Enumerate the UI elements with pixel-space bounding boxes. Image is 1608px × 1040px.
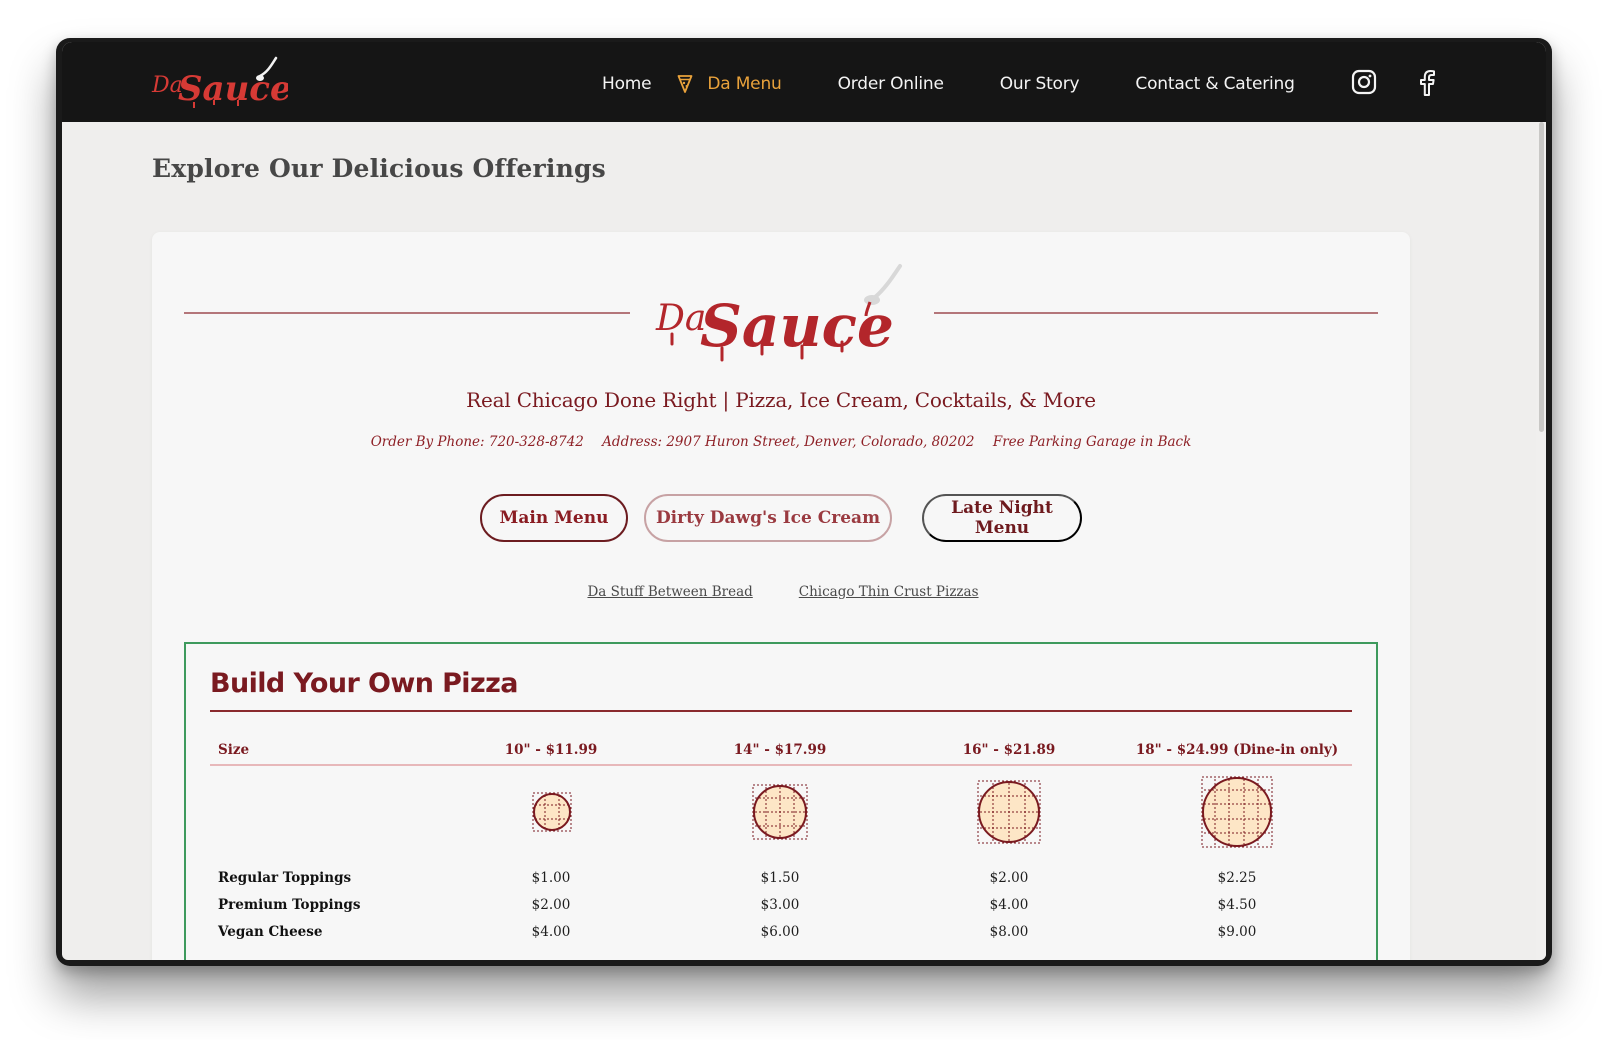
price-cell: $2.25 xyxy=(1217,870,1257,886)
price-cell: $2.00 xyxy=(989,870,1029,886)
contact-info: Order By Phone: 720-328-8742 Address: 29… xyxy=(152,434,1410,450)
nav-link-da-menu[interactable]: Da Menu xyxy=(677,74,782,94)
tab-late-night-menu[interactable]: Late Night Menu xyxy=(922,494,1082,542)
price-cell: $4.00 xyxy=(531,924,571,940)
instagram-icon xyxy=(1351,69,1377,95)
pizza-18-icon xyxy=(1201,776,1273,848)
row-label: Regular Toppings xyxy=(218,870,352,886)
menu-tabs: Main Menu Dirty Dawg's Ice Cream Late Ni… xyxy=(152,494,1410,542)
size-14-header: 14" - $17.99 xyxy=(733,742,827,758)
table-row: Regular Toppings $1.00 $1.50 $2.00 $2.25 xyxy=(210,868,1352,892)
price-cell: $4.50 xyxy=(1217,897,1257,913)
pizza-10-icon xyxy=(532,792,572,832)
nav-link-our-story[interactable]: Our Story xyxy=(1000,74,1080,94)
instagram-link[interactable] xyxy=(1351,68,1377,96)
brand-logo-mark: Da Sauce xyxy=(151,56,292,109)
tab-main-menu[interactable]: Main Menu xyxy=(480,494,628,542)
page-scrollbar[interactable] xyxy=(1536,122,1546,960)
link-chicago-thin-crust-pizzas[interactable]: Chicago Thin Crust Pizzas xyxy=(799,584,979,600)
pizza-size-illustrations xyxy=(210,774,1352,848)
nav-link-contact-catering[interactable]: Contact & Catering xyxy=(1135,74,1294,94)
site-header: Da Sauce Home Da Menu Order Online Our S… xyxy=(62,42,1546,122)
page-title: Explore Our Delicious Offerings xyxy=(152,154,606,183)
facebook-icon xyxy=(1420,70,1435,96)
browser-window: Da Sauce Home Da Menu Order Online Our S… xyxy=(56,38,1552,966)
price-cell: $6.00 xyxy=(760,924,800,940)
price-cell: $1.50 xyxy=(760,870,800,886)
divider-right xyxy=(934,312,1378,314)
size-10-header: 10" - $11.99 xyxy=(504,742,598,758)
nav-link-label: Da Menu xyxy=(707,74,782,94)
menu-logo-mark: Da Sauce xyxy=(655,264,902,362)
nav-link-home[interactable]: Home xyxy=(602,74,652,94)
pizza-14-icon xyxy=(752,784,808,840)
address-info: Address: 2907 Huron Street, Denver, Colo… xyxy=(602,434,975,450)
menu-logo: Da Sauce xyxy=(652,254,908,374)
parking-info: Free Parking Garage in Back xyxy=(992,434,1192,450)
phone-info: Order By Phone: 720-328-8742 xyxy=(370,434,584,450)
pizza-16-icon xyxy=(977,780,1041,844)
price-cell: $2.00 xyxy=(531,897,571,913)
size-header-label: Size xyxy=(218,742,250,758)
tab-ice-cream[interactable]: Dirty Dawg's Ice Cream xyxy=(644,494,892,542)
restaurant-tagline: Real Chicago Done Right | Pizza, Ice Cre… xyxy=(466,388,1096,412)
section-title: Build Your Own Pizza xyxy=(210,668,518,699)
nav-link-order-online[interactable]: Order Online xyxy=(838,74,944,94)
facebook-link[interactable] xyxy=(1414,68,1440,96)
section-divider xyxy=(210,710,1352,712)
section-links: Da Stuff Between Bread Chicago Thin Crus… xyxy=(152,584,1410,600)
page-viewport: Da Sauce Home Da Menu Order Online Our S… xyxy=(62,42,1546,960)
price-cell: $4.00 xyxy=(989,897,1029,913)
brand-logo[interactable]: Da Sauce xyxy=(148,54,292,114)
build-your-own-section: Build Your Own Pizza Size 10" - $11.99 1… xyxy=(184,642,1378,960)
scrollbar-thumb[interactable] xyxy=(1539,122,1544,432)
table-row: Premium Toppings $2.00 $3.00 $4.00 $4.50 xyxy=(210,895,1352,919)
main-navigation: Home Da Menu Order Online Our Story Cont… xyxy=(602,70,1295,98)
size-16-header: 16" - $21.89 xyxy=(962,742,1056,758)
menu-card: Da Sauce Real Chicago Done Right | Pizza… xyxy=(152,232,1410,960)
link-da-stuff-between-bread[interactable]: Da Stuff Between Bread xyxy=(587,584,752,600)
table-row: Vegan Cheese $4.00 $6.00 $8.00 $9.00 xyxy=(210,922,1352,946)
svg-text:Da: Da xyxy=(655,298,706,339)
row-label: Vegan Cheese xyxy=(218,924,323,940)
price-cell: $8.00 xyxy=(989,924,1029,940)
price-cell: $9.00 xyxy=(1217,924,1257,940)
svg-text:Sauce: Sauce xyxy=(700,292,894,360)
pizza-slice-icon xyxy=(677,74,693,94)
size-header-row: Size 10" - $11.99 14" - $17.99 16" - $21… xyxy=(210,738,1352,766)
row-label: Premium Toppings xyxy=(218,897,361,913)
size-18-header: 18" - $24.99 (Dine-in only) xyxy=(1135,742,1339,758)
divider-left xyxy=(184,312,630,314)
price-cell: $3.00 xyxy=(760,897,800,913)
price-cell: $1.00 xyxy=(531,870,571,886)
